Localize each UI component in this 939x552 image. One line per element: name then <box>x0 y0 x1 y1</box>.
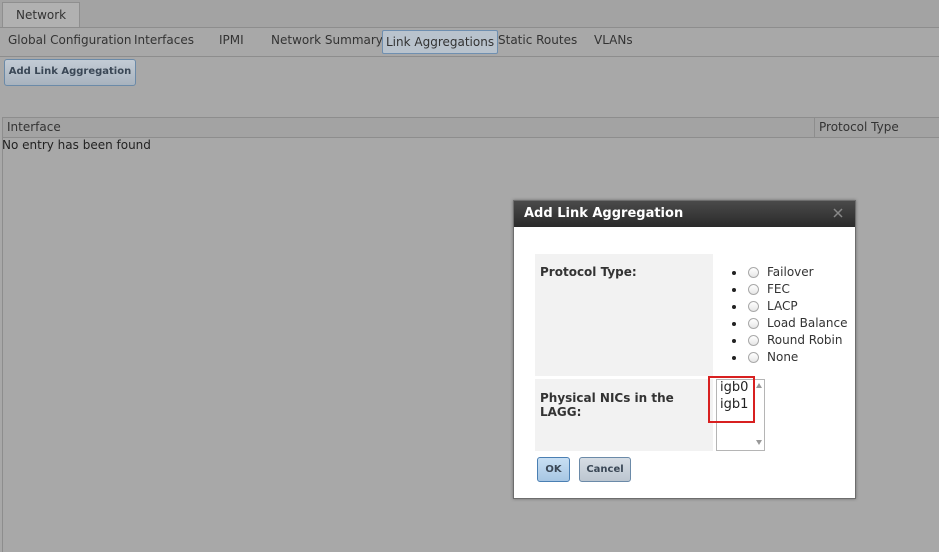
tab-global-configuration[interactable]: Global Configuration <box>8 28 131 54</box>
grid-header: Interface Protocol Type <box>3 117 939 138</box>
radio-label: LACP <box>767 299 798 313</box>
radio-label: Load Balance <box>767 316 848 330</box>
protocol-option-none[interactable]: None <box>732 349 862 366</box>
bullet-icon <box>732 356 736 360</box>
bullet-icon <box>732 339 736 343</box>
radio-label: FEC <box>767 282 790 296</box>
tab-network-summary[interactable]: Network Summary <box>271 28 383 54</box>
tab-network[interactable]: Network <box>2 2 81 27</box>
protocol-type-row: Protocol Type: <box>535 254 713 376</box>
protocol-option-load-balance[interactable]: Load Balance <box>732 315 862 332</box>
radio-label: Failover <box>767 265 814 279</box>
add-lagg-dialog: Add Link Aggregation Protocol Type: Fail… <box>513 200 856 499</box>
radio-button[interactable] <box>748 318 759 329</box>
tab-link-aggregations[interactable]: Link Aggregations <box>382 30 499 54</box>
protocol-option-lacp[interactable]: LACP <box>732 298 862 315</box>
scroll-up-icon[interactable] <box>756 383 762 388</box>
bullet-icon <box>732 271 736 275</box>
protocol-option-failover[interactable]: Failover <box>732 264 862 281</box>
radio-button[interactable] <box>748 284 759 295</box>
radio-button[interactable] <box>748 335 759 346</box>
dialog-title: Add Link Aggregation <box>514 201 855 227</box>
radio-button[interactable] <box>748 301 759 312</box>
protocol-option-fec[interactable]: FEC <box>732 281 862 298</box>
physical-nics-row: Physical NICs in the LAGG: <box>535 379 713 451</box>
cancel-button[interactable]: Cancel <box>579 457 631 482</box>
protocol-option-round-robin[interactable]: Round Robin <box>732 332 862 349</box>
physical-nics-label: Physical NICs in the LAGG: <box>540 391 674 419</box>
highlight-annotation <box>708 376 755 423</box>
tab-static-routes[interactable]: Static Routes <box>498 28 577 54</box>
ok-button[interactable]: OK <box>537 457 570 482</box>
scroll-down-icon[interactable] <box>756 440 762 445</box>
bullet-icon <box>732 322 736 326</box>
tab-ipmi[interactable]: IPMI <box>219 28 244 54</box>
protocol-type-options: Failover FEC LACP Load Balance Round Rob… <box>732 264 862 366</box>
main-tab-bar: Network <box>0 0 939 28</box>
protocol-type-label: Protocol Type: <box>540 265 637 279</box>
tab-vlans[interactable]: VLANs <box>594 28 633 54</box>
radio-label: None <box>767 350 799 364</box>
bullet-icon <box>732 305 736 309</box>
sub-tab-bar: Global Configuration Interfaces IPMI Net… <box>0 28 939 57</box>
close-icon[interactable] <box>833 208 843 218</box>
tab-interfaces[interactable]: Interfaces <box>134 28 194 54</box>
radio-button[interactable] <box>748 267 759 278</box>
radio-label: Round Robin <box>767 333 843 347</box>
column-interface[interactable]: Interface <box>3 118 61 137</box>
empty-grid-message: No entry has been found <box>2 138 151 152</box>
radio-button[interactable] <box>748 352 759 363</box>
column-protocol-type[interactable]: Protocol Type <box>815 118 899 137</box>
bullet-icon <box>732 288 736 292</box>
add-link-aggregation-button[interactable]: Add Link Aggregation <box>4 59 136 86</box>
